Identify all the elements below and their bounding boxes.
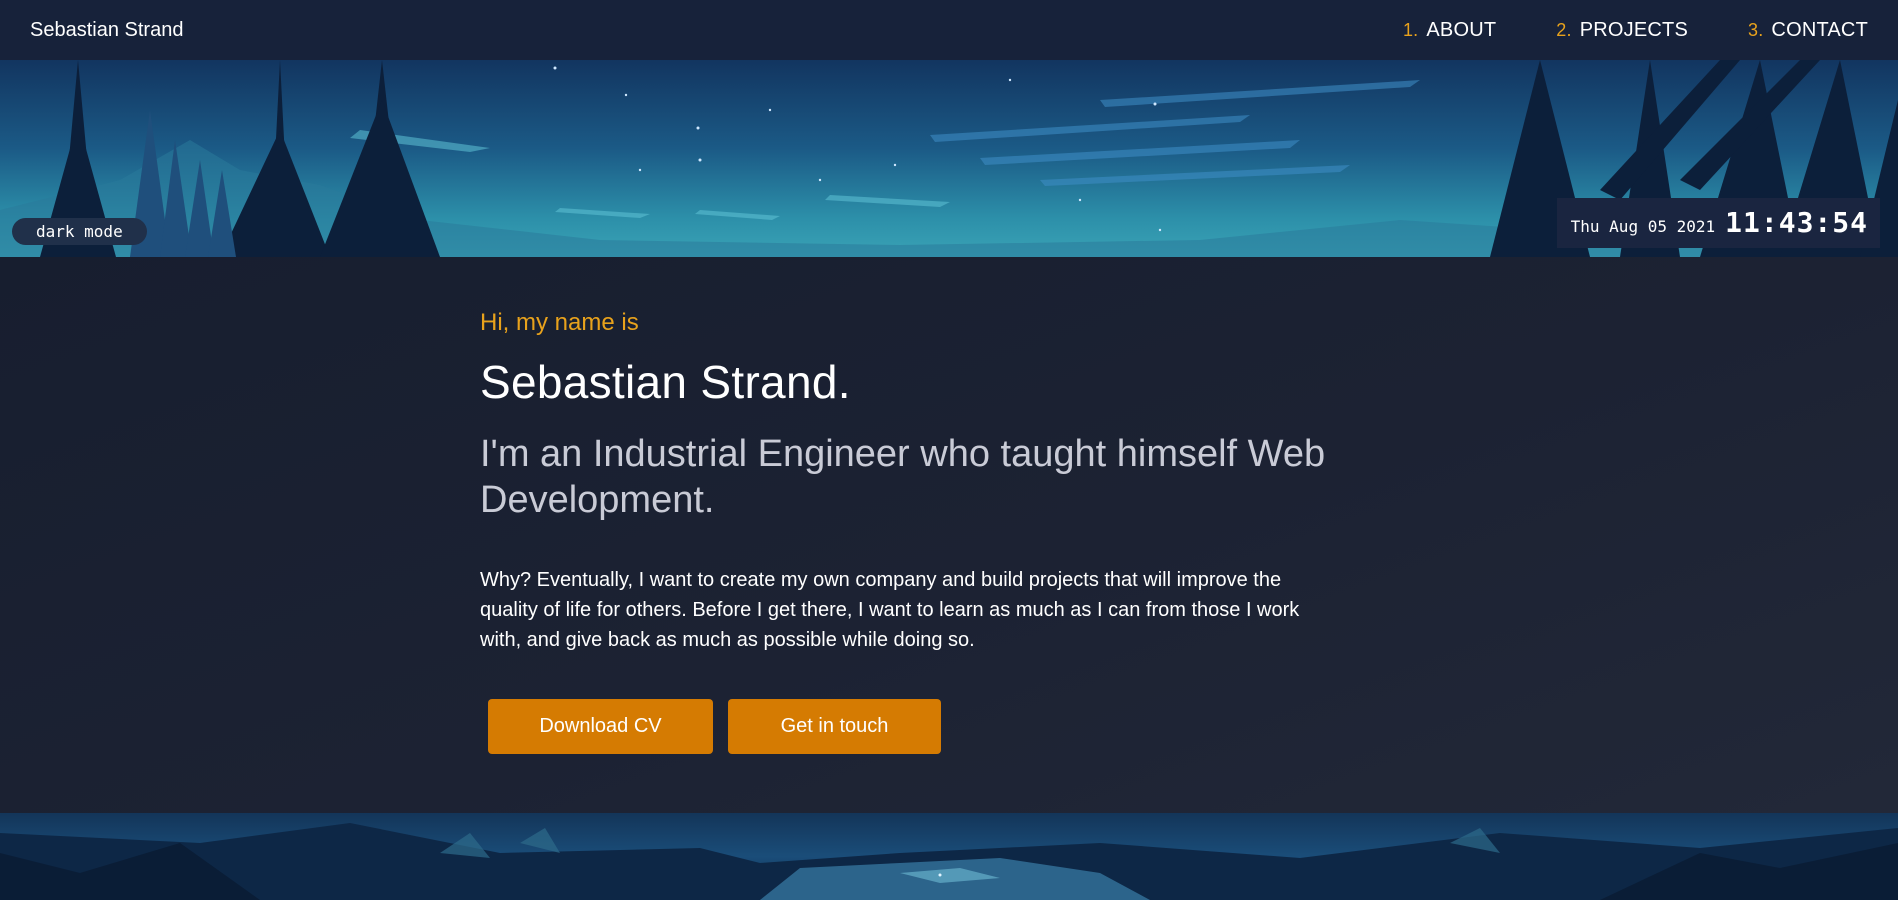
- nav-links: 1. ABOUT 2. PROJECTS 3. CONTACT: [1343, 0, 1868, 61]
- nav-number: 2.: [1556, 20, 1572, 40]
- tagline-heading: I'm an Industrial Engineer who taught hi…: [480, 433, 1326, 521]
- top-navbar: Sebastian Strand 1. ABOUT 2. PROJECTS 3.…: [0, 0, 1898, 60]
- download-cv-button[interactable]: Download CV: [488, 699, 713, 754]
- nav-link-contact[interactable]: 3. CONTACT: [1748, 0, 1868, 61]
- clock-date: Thu Aug 05 2021: [1570, 217, 1716, 236]
- get-in-touch-button[interactable]: Get in touch: [728, 699, 941, 754]
- greeting-text: Hi, my name is: [480, 309, 639, 336]
- brand-link[interactable]: Sebastian Strand: [30, 0, 183, 61]
- intro-content: Hi, my name is Sebastian Strand. I'm an …: [480, 257, 1340, 754]
- nav-label: ABOUT: [1426, 19, 1497, 41]
- cta-buttons: Download CV Get in touch: [488, 699, 1340, 754]
- nav-label: PROJECTS: [1579, 19, 1688, 41]
- nav-link-projects[interactable]: 2. PROJECTS: [1556, 0, 1688, 61]
- intro-section: Hi, my name is Sebastian Strand. I'm an …: [0, 257, 1898, 813]
- footer-banner-image: [0, 813, 1898, 900]
- river-illustration: [0, 823, 1898, 900]
- date-time-clock: Thu Aug 05 2021 11:43:54: [1556, 198, 1880, 248]
- dark-mode-toggle[interactable]: dark mode: [12, 218, 147, 245]
- nav-label: CONTACT: [1771, 19, 1868, 41]
- clock-time: 11:43:54: [1725, 206, 1868, 239]
- nav-link-about[interactable]: 1. ABOUT: [1403, 0, 1496, 61]
- bio-paragraph: Why? Eventually, I want to create my own…: [480, 569, 1300, 651]
- nav-number: 3.: [1748, 20, 1764, 40]
- nav-number: 1.: [1402, 20, 1419, 40]
- name-heading: Sebastian Strand.: [480, 356, 851, 408]
